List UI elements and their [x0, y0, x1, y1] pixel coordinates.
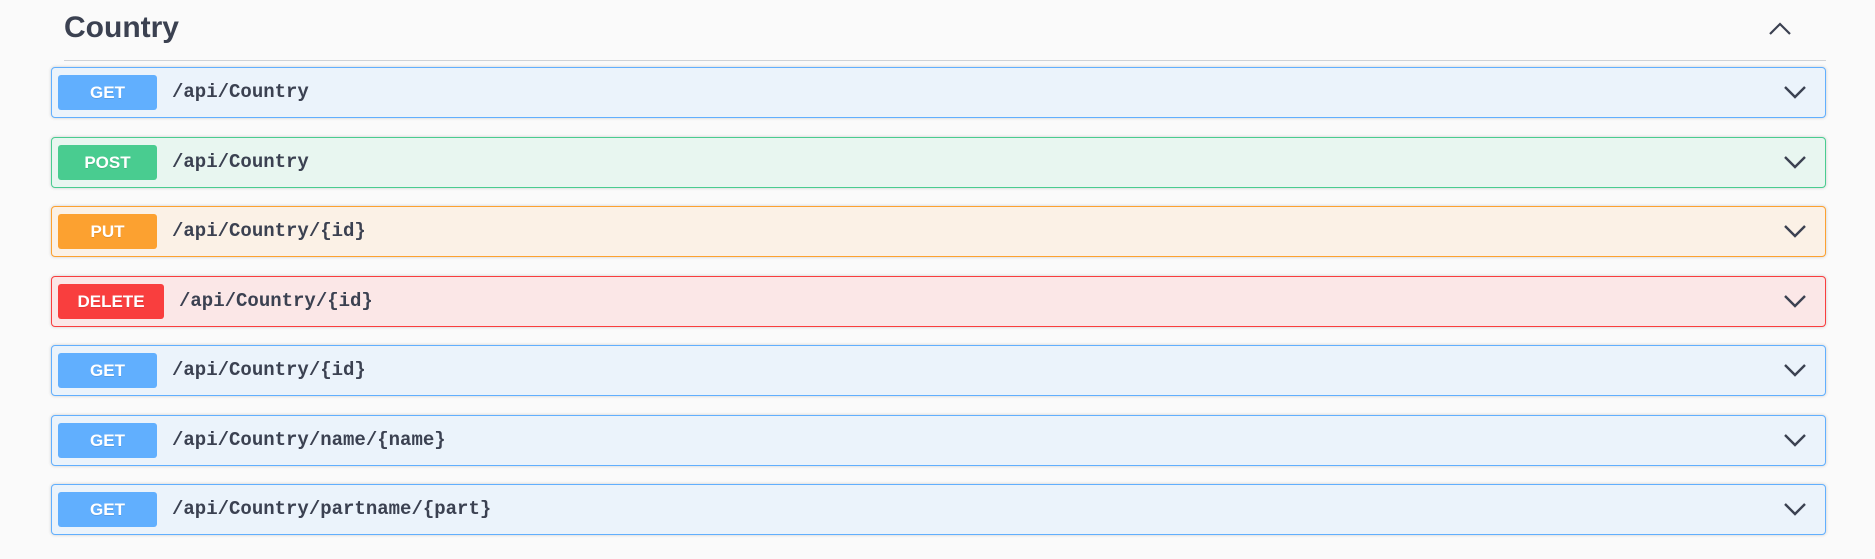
- operation-get-country-name[interactable]: GET /api/Country/name/{name}: [51, 414, 1826, 466]
- operation-get-country-partname[interactable]: GET /api/Country/partname/{part}: [51, 484, 1826, 535]
- chevron-down-icon[interactable]: [1783, 499, 1807, 519]
- method-badge: POST: [58, 144, 157, 180]
- method-badge: PUT: [58, 214, 157, 249]
- operation-path: /api/Country/name/{name}: [172, 428, 446, 451]
- operation-path: /api/Country/partname/{part}: [172, 498, 492, 520]
- method-badge: GET: [58, 422, 157, 458]
- operation-path: /api/Country: [172, 150, 309, 173]
- operation-path: /api/Country/{id}: [179, 289, 373, 312]
- chevron-up-icon[interactable]: [1764, 14, 1796, 46]
- chevron-down-icon[interactable]: [1783, 291, 1807, 311]
- api-section-country: Country GET /api/Country POST /api/Count…: [51, 0, 1826, 535]
- operation-path: /api/Country/{id}: [172, 220, 366, 242]
- method-badge: GET: [58, 75, 157, 110]
- operation-put-country-id[interactable]: PUT /api/Country/{id}: [51, 206, 1826, 257]
- operation-get-country-id[interactable]: GET /api/Country/{id}: [51, 345, 1826, 396]
- operation-get-country[interactable]: GET /api/Country: [51, 67, 1826, 118]
- operation-post-country[interactable]: POST /api/Country: [51, 136, 1826, 188]
- operation-path: /api/Country/{id}: [172, 359, 366, 381]
- chevron-down-icon[interactable]: [1783, 430, 1807, 450]
- method-badge: GET: [58, 492, 157, 527]
- chevron-down-icon[interactable]: [1783, 152, 1807, 172]
- operations-list: GET /api/Country POST /api/Country PUT /…: [51, 67, 1826, 554]
- operation-delete-country-id[interactable]: DELETE /api/Country/{id}: [51, 275, 1826, 327]
- method-badge: GET: [58, 353, 157, 388]
- chevron-down-icon[interactable]: [1783, 221, 1807, 241]
- section-header[interactable]: Country: [64, 0, 1826, 61]
- chevron-down-icon[interactable]: [1783, 82, 1807, 102]
- method-badge: DELETE: [58, 283, 164, 319]
- chevron-down-icon[interactable]: [1783, 360, 1807, 380]
- operation-path: /api/Country: [172, 81, 309, 103]
- section-title: Country: [64, 11, 179, 44]
